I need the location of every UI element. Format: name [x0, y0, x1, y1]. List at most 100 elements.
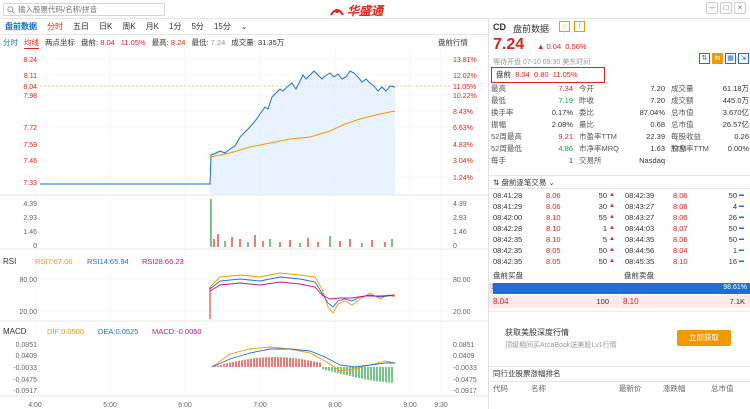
- industry-header: 代码 名称 最新价 涨跌幅 总市值: [489, 381, 750, 395]
- col-price[interactable]: 最新价: [619, 382, 642, 396]
- app-logo: 华盛通: [330, 2, 383, 19]
- price-tick: 8.04: [23, 84, 37, 91]
- vol-tick: 0: [453, 243, 457, 250]
- bid-pct: 1.39%: [491, 284, 511, 291]
- vol-tick: 2.93: [453, 215, 467, 222]
- uptick-icon: ▲: [609, 258, 615, 264]
- tab-daily-k[interactable]: 日K: [94, 19, 117, 35]
- vol-tick: 1.46: [23, 229, 37, 236]
- pre-label: 盘前:: [81, 38, 99, 47]
- chevron-down-icon[interactable]: ⌄: [548, 178, 554, 187]
- stats-table: 最高 7.34 今开 7.20 成交量 61.18万 最低 7.19 昨收 7.20 成交额 445.…: [489, 83, 750, 173]
- rsi28: RSI28:66.23: [142, 257, 184, 266]
- tab-5day[interactable]: 五日: [68, 19, 94, 35]
- search-box[interactable]: [3, 3, 165, 16]
- trades-title: 盘前逐笔交易: [501, 178, 547, 187]
- favorite-icon[interactable]: ☆: [559, 21, 570, 32]
- trade-price: 8.04: [673, 246, 688, 255]
- stat-row: 每手 1 交易所 Nasdaq: [491, 155, 749, 167]
- trade-row: 08:41:29 8.06 30 08:43:27 8.06 4 ▲ ▬: [491, 201, 747, 212]
- rsi-tick: 20.00: [453, 309, 471, 316]
- time-tick: 7:00: [253, 402, 267, 409]
- time-tick: 9:00: [403, 402, 417, 409]
- pct-tick: 12.02%: [453, 73, 477, 80]
- quick-actions: ⇅ ⇆ ▦ ⇲: [699, 53, 749, 64]
- stat-value: 61.18万: [722, 84, 749, 93]
- share-icon[interactable]: ⇆: [712, 53, 723, 64]
- intraday-chart[interactable]: 8.24 8.11 7.98 7.72 7.59 7.46 13.81% 12.02% 11.0…: [0, 49, 488, 409]
- tab-stock-name[interactable]: 盘前数据: [0, 19, 42, 35]
- macd-tick: -0.0475: [13, 377, 37, 384]
- col-pct[interactable]: 涨跌幅: [663, 382, 686, 396]
- get-quote-button[interactable]: 立即获取: [677, 330, 731, 346]
- stat-label: 每手: [491, 156, 506, 165]
- stat-label: 最低: [491, 96, 506, 105]
- trade-time: 08:42:39: [625, 191, 655, 200]
- trade-time: 08:45:35: [625, 257, 655, 266]
- ask-title: 盘前卖盘: [624, 271, 654, 280]
- trade-price: 8.07: [673, 224, 688, 233]
- neutral-icon: ▬: [739, 203, 744, 209]
- pct-tick: 10.22%: [453, 93, 477, 100]
- tab-weekly-k[interactable]: 周K: [117, 19, 140, 35]
- high-label: 最高:: [151, 38, 169, 47]
- col-code[interactable]: 代码: [493, 382, 508, 396]
- macd-tick: -0.0917: [13, 388, 37, 395]
- trade-time: 08:44:03: [625, 224, 655, 233]
- window-controls: – □ ×: [706, 2, 746, 14]
- macd-dif: DIF:0.0500: [47, 327, 84, 336]
- col-name[interactable]: 名称: [531, 382, 546, 396]
- mode-intraday[interactable]: 分时: [3, 37, 18, 48]
- macd-tick: 0.0409: [453, 353, 475, 360]
- rsi-line: [209, 276, 396, 308]
- stat-value: 3.670亿: [722, 108, 749, 117]
- rsi7: RSI7:67.06: [35, 257, 73, 266]
- trade-volume: 1: [732, 246, 737, 255]
- stat-label: 振幅: [491, 120, 506, 129]
- pct-tick: 6.63%: [453, 125, 473, 132]
- stock-code: CD: [493, 22, 506, 32]
- low-label: 最低:: [191, 38, 209, 47]
- close-button[interactable]: ×: [734, 2, 746, 14]
- tab-5min[interactable]: 5分: [186, 19, 208, 35]
- tab-1min[interactable]: 1分: [164, 19, 186, 35]
- maximize-button[interactable]: □: [720, 2, 732, 14]
- macd-tick: 0.0409: [16, 353, 38, 360]
- current-price: 7.24: [493, 36, 525, 53]
- expand-icon[interactable]: ⇲: [738, 53, 749, 64]
- chevron-down-icon[interactable]: ⌄: [236, 19, 253, 35]
- tab-monthly-k[interactable]: 月K: [141, 19, 164, 35]
- trade-price: 8.06: [673, 191, 688, 200]
- stat-value: 7.20: [650, 84, 665, 93]
- trade-time: 08:43:27: [625, 213, 655, 222]
- vol-tick: 4.39: [23, 201, 37, 208]
- macd-tick: -0.0033: [453, 365, 477, 372]
- tab-15min[interactable]: 15分: [209, 19, 236, 35]
- level-icon[interactable]: ⇅: [699, 53, 710, 64]
- rsi-title: RSI: [3, 257, 16, 266]
- tab-intraday[interactable]: 分时: [42, 19, 68, 35]
- trade-volume: 5: [602, 235, 607, 244]
- search-icon: [7, 5, 15, 14]
- grid-icon[interactable]: ▦: [725, 53, 736, 64]
- sort-icon[interactable]: ⇅: [493, 178, 499, 187]
- chart-period-tabs: 盘前数据 分时 五日 日K 周K 月K 1分 5分 15分 ⌄: [0, 19, 488, 35]
- macd-tick: -0.0033: [13, 365, 37, 372]
- search-input[interactable]: [18, 5, 158, 14]
- premarket-switch[interactable]: 盘前行情: [438, 37, 468, 48]
- trade-volume: 4: [732, 202, 737, 211]
- alert-icon[interactable]: !: [574, 21, 585, 32]
- minimize-button[interactable]: –: [706, 2, 718, 14]
- mode-ma[interactable]: 均线: [24, 37, 39, 49]
- trade-volume: 16: [728, 257, 737, 266]
- macd-tick: 0.0851: [16, 342, 38, 349]
- rsi14: RSI14:65.94: [87, 257, 129, 266]
- stat-label: 昨收: [579, 96, 594, 105]
- stat-value: 0.17%: [551, 108, 573, 117]
- trade-price: 8.05: [546, 257, 561, 266]
- mode-two-point[interactable]: 两点坐标: [45, 37, 75, 48]
- pct-tick: 3.04%: [453, 158, 473, 165]
- macd-tick: 0.0851: [453, 342, 475, 349]
- price-tick: 7.33: [23, 180, 37, 187]
- col-cap[interactable]: 总市值: [711, 382, 734, 396]
